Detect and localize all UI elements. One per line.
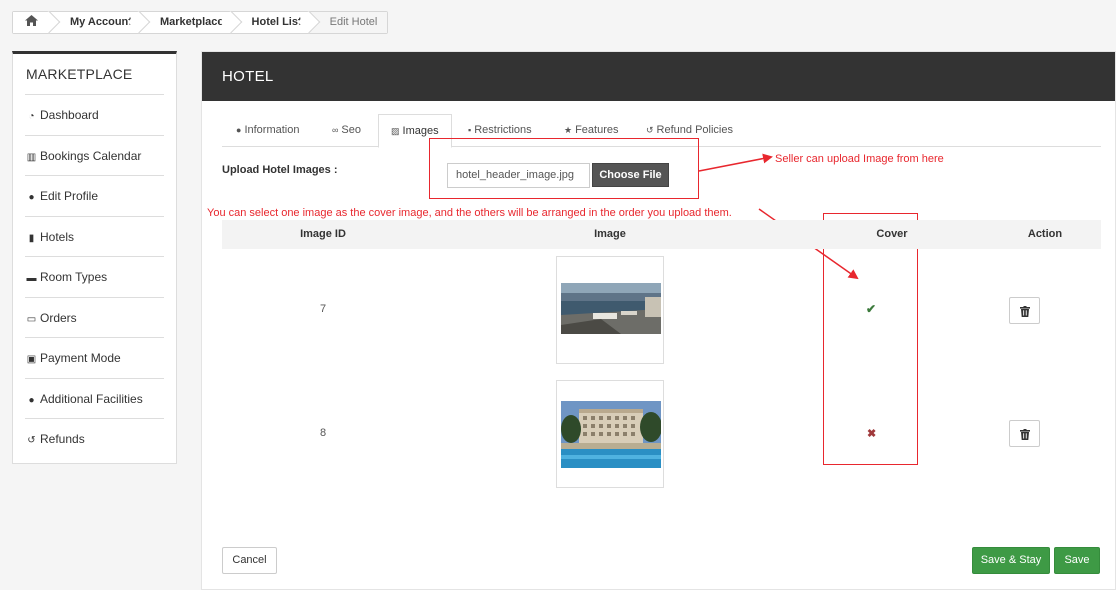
breadcrumb: My Account Marketplace Hotel List Edit H…	[12, 11, 389, 34]
hotel-pool-image	[561, 401, 661, 468]
image-id-cell: 8	[319, 427, 327, 439]
save-button[interactable]: Save	[1054, 547, 1100, 574]
breadcrumb-marketplace[interactable]: Marketplace	[139, 12, 232, 33]
sidebar-item-refunds[interactable]: ↺ Refunds	[25, 418, 164, 459]
sidebar-item-label: Orders	[40, 310, 77, 325]
breadcrumb-hotel-list[interactable]: Hotel List	[231, 12, 310, 33]
trash-icon	[1020, 429, 1030, 440]
hotel-panel: HOTEL ● Information ∞ Seo ▨ Images ▪ Restric…	[201, 51, 1116, 590]
sidebar-item-label: Dashboard	[40, 108, 99, 122]
save-and-stay-button[interactable]: Save & Stay	[972, 547, 1050, 574]
resort-terrace-image	[561, 283, 661, 334]
sidebar-item-label: Edit Profile	[40, 189, 99, 203]
table-header: Image ID Image Cover Action	[222, 220, 1101, 249]
cover-check-icon[interactable]: ✔	[866, 302, 876, 316]
arrow-to-upload-hint	[698, 153, 773, 172]
trash-icon	[1020, 306, 1030, 317]
sidebar-item-payment-mode[interactable]: ▣ Payment Mode	[25, 337, 164, 378]
column-header-cover: Cover	[876, 228, 908, 240]
sidebar-item-dashboard[interactable]: ◔ Dashboard	[25, 94, 164, 135]
sidebar-item-hotels[interactable]: ▮ Hotels	[25, 215, 164, 257]
image-id-cell: 7	[319, 303, 327, 315]
cancel-button[interactable]: Cancel	[222, 547, 277, 574]
breadcrumb-home[interactable]	[13, 12, 50, 33]
sidebar-item-label: Room Types	[40, 270, 108, 284]
column-header-image-id: Image ID	[300, 228, 346, 240]
sidebar-item-label: Additional Facilities	[40, 391, 143, 406]
sidebar-item-edit-profile[interactable]: ● Edit Profile	[25, 175, 164, 216]
column-header-image: Image	[594, 228, 626, 240]
sidebar-item-label: Refunds	[40, 432, 85, 446]
sidebar: MARKETPLACE ◔ Dashboard ▥ Bookings Calenda…	[12, 51, 177, 464]
hotel-image-thumbnail	[556, 256, 664, 364]
dashboard-icon: ◔	[28, 111, 35, 122]
sidebar-item-bookings-calendar[interactable]: ▥ Bookings Calendar	[25, 134, 164, 176]
bar-chart-icon: ▥	[26, 151, 37, 163]
sidebar-item-label: Payment Mode	[40, 351, 121, 365]
undo-icon: ↺	[27, 435, 36, 446]
column-header-action: Action	[1027, 228, 1063, 240]
building-icon: ▮	[28, 232, 35, 244]
credit-card-icon: ▭	[26, 313, 37, 325]
sidebar-item-label: Bookings Calendar	[40, 148, 142, 163]
home-icon	[25, 15, 38, 26]
delete-image-button[interactable]	[1009, 297, 1040, 324]
sidebar-item-additional-facilities[interactable]: ● Additional Facilities	[25, 377, 164, 419]
sidebar-title: MARKETPLACE	[26, 66, 133, 82]
user-icon: ●	[28, 192, 35, 203]
bed-icon: ▬	[26, 273, 37, 284]
sidebar-item-orders[interactable]: ▭ Orders	[25, 296, 164, 338]
money-icon: ▣	[26, 354, 37, 365]
sidebar-item-label: Hotels	[40, 229, 75, 244]
cover-unset-icon[interactable]: ✖	[867, 427, 876, 440]
delete-image-button[interactable]	[1009, 420, 1040, 447]
hotel-image-thumbnail	[556, 380, 664, 488]
user-plus-icon: ●	[28, 394, 35, 406]
sidebar-item-room-types[interactable]: ▬ Room Types	[25, 256, 164, 297]
breadcrumb-my-account[interactable]: My Account	[50, 12, 140, 33]
breadcrumb-edit-hotel: Edit Hotel	[309, 12, 388, 33]
